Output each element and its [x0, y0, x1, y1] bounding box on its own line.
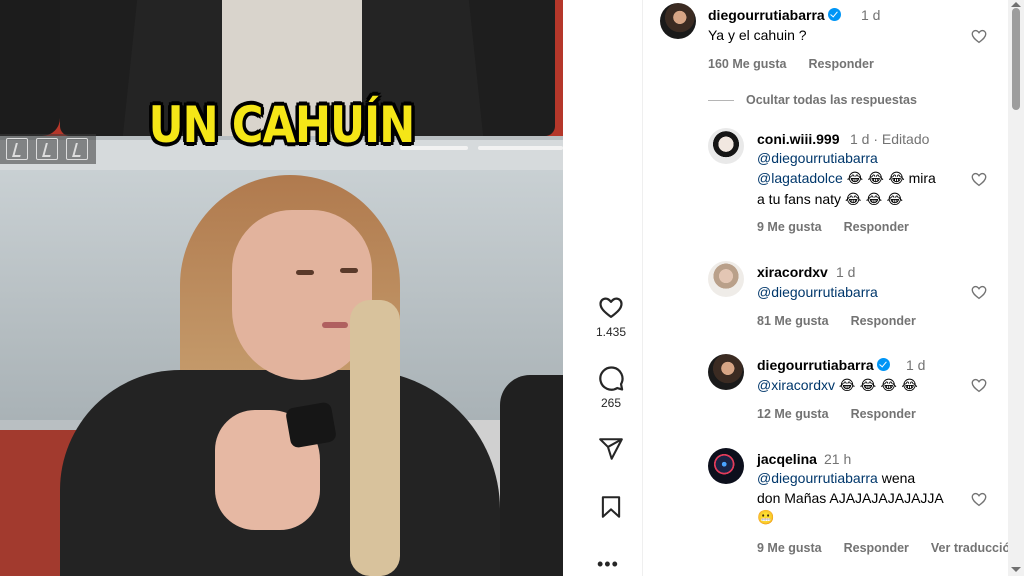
heart-icon[interactable]: [970, 376, 988, 394]
like-count-text[interactable]: 160 Me gusta: [708, 57, 787, 71]
reel-video[interactable]: UN CAHUÍN: [0, 0, 563, 576]
comment-time: 1 d · Editado: [850, 131, 930, 147]
comment-meta: 9 Me gusta Responder Ver traducción: [757, 541, 1018, 555]
scroll-up-arrow[interactable]: [1011, 2, 1021, 7]
comment-count: 265: [600, 396, 622, 410]
heart-icon[interactable]: [970, 27, 988, 45]
video-caption: UN CAHUÍN: [148, 96, 416, 154]
comment-text: @xiracordxv 😂 😂 😂 😂: [757, 375, 918, 396]
share-button[interactable]: [597, 435, 625, 463]
like-count-text[interactable]: 12 Me gusta: [757, 407, 829, 421]
comment-author[interactable]: coni.wiii.999: [757, 131, 839, 147]
bookmark-icon: [601, 496, 621, 518]
heart-icon[interactable]: [970, 283, 988, 301]
avatar[interactable]: [708, 128, 744, 164]
reply-button[interactable]: Responder: [844, 220, 909, 234]
like-count: 1.435: [595, 325, 627, 339]
reply-button[interactable]: Responder: [851, 314, 916, 328]
heart-icon[interactable]: [970, 170, 988, 188]
comment-time: 1 d: [861, 7, 881, 23]
comment-meta: 160 Me gusta Responder: [708, 57, 896, 71]
share-icon: [599, 438, 623, 460]
emoji: 😬: [757, 510, 775, 526]
like-count-text[interactable]: 81 Me gusta: [757, 314, 829, 328]
emoji: 😂 😂 😂 😂: [838, 378, 918, 394]
comment-author[interactable]: diegourrutiabarra: [757, 357, 890, 373]
avatar[interactable]: [708, 354, 744, 390]
comment-time: 21 h: [824, 451, 852, 467]
scrollbar-thumb[interactable]: [1012, 8, 1020, 110]
accessibility-sign-icon: [6, 138, 28, 160]
like-button[interactable]: [597, 293, 625, 321]
comment-icon: [599, 366, 624, 391]
scroll-down-arrow[interactable]: [1011, 567, 1021, 572]
heart-icon[interactable]: [970, 490, 988, 508]
comment-time: 1 d: [836, 264, 856, 280]
comment-text: @diegourrutiabarra @lagatadolce 😂 😂 😂 mi…: [757, 150, 936, 208]
mention-link[interactable]: @diegourrutiabarra: [757, 470, 878, 486]
comment-text: @diegourrutiabarra: [757, 282, 878, 302]
mention-link[interactable]: @lagatadolce: [757, 170, 843, 186]
comment-button[interactable]: [597, 364, 625, 392]
comment-text: @diegourrutiabarra wena don Mañas AJAJAJ…: [757, 468, 962, 528]
comment-meta: 9 Me gusta Responder: [757, 220, 931, 234]
avatar[interactable]: [708, 448, 744, 484]
see-translation-button[interactable]: Ver traducción: [931, 541, 1018, 555]
comment-meta: 12 Me gusta Responder: [757, 407, 938, 421]
comment-meta: 81 Me gusta Responder: [757, 314, 938, 328]
emoji: 😂 😂 😂: [846, 171, 905, 187]
comment-author[interactable]: jacqelina: [757, 451, 817, 467]
avatar[interactable]: [708, 261, 744, 297]
comment-time: 1 d: [906, 357, 926, 373]
save-button[interactable]: [597, 493, 625, 521]
more-icon[interactable]: •••: [597, 555, 619, 573]
emoji: 😂 😂 😂: [844, 192, 903, 208]
mention-link[interactable]: @xiracordxv: [757, 377, 835, 393]
divider-line: [708, 100, 734, 101]
comment-author[interactable]: xiracordxv: [757, 264, 828, 280]
action-column: [563, 0, 642, 576]
reply-button[interactable]: Responder: [851, 407, 916, 421]
comment-author[interactable]: diegourrutiabarra: [708, 7, 841, 23]
verified-icon: [876, 358, 890, 371]
reply-button[interactable]: Responder: [809, 57, 874, 71]
heart-icon: [599, 297, 623, 319]
reply-button[interactable]: Responder: [844, 541, 909, 555]
microphone: [284, 401, 338, 449]
like-count-text[interactable]: 9 Me gusta: [757, 541, 822, 555]
mention-link[interactable]: @diegourrutiabarra: [757, 150, 878, 166]
avatar[interactable]: [660, 3, 696, 39]
mention-link[interactable]: @diegourrutiabarra: [757, 284, 878, 300]
verified-icon: [827, 8, 841, 21]
hide-replies-button[interactable]: Ocultar todas las respuestas: [746, 93, 917, 107]
comment-text: Ya y el cahuin ?: [708, 27, 807, 43]
like-count-text[interactable]: 9 Me gusta: [757, 220, 822, 234]
